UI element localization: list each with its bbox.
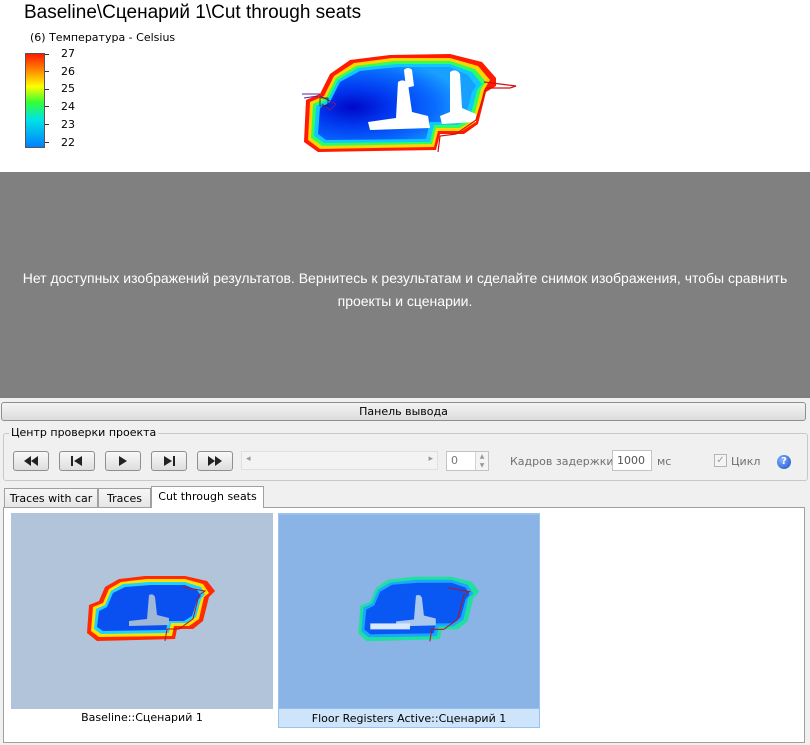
thumbnail-floor-registers[interactable]: Floor Registers Active::Сценарий 1	[278, 513, 540, 728]
car-section-image	[302, 54, 517, 153]
legend-tick: 27	[61, 47, 75, 60]
frame-value: 0	[451, 454, 458, 467]
tab-cut-through-seats[interactable]: Cut through seats	[151, 486, 264, 508]
next-frame-button[interactable]	[151, 451, 187, 471]
result-preview: Baseline\Сценарий 1\Cut through seats (6…	[0, 0, 810, 172]
legend-tick: 22	[61, 136, 75, 149]
first-frame-button[interactable]	[13, 451, 49, 471]
tick-mark	[45, 142, 49, 143]
project-review-label: Центр проверки проекта	[9, 426, 159, 439]
spinner-buttons[interactable]: ▲ ▼	[475, 452, 488, 470]
image-viewer: Нет доступных изображений результатов. В…	[0, 172, 810, 398]
thumbnail-caption: Floor Registers Active::Сценарий 1	[311, 712, 507, 725]
legend-tick: 26	[61, 65, 75, 78]
step-back-icon	[71, 456, 82, 466]
tick-mark	[45, 124, 49, 125]
tick-mark	[45, 89, 49, 90]
tab-traces[interactable]: Traces	[98, 488, 151, 507]
slider-right-icon[interactable]: ▸	[428, 454, 433, 464]
delay-label: Кадров задержки:	[510, 455, 618, 468]
previous-frame-button[interactable]	[59, 451, 95, 471]
thumbnail-image	[279, 514, 539, 709]
output-panel-toggle[interactable]: Панель вывода	[1, 402, 806, 421]
thumbnail-baseline[interactable]: Baseline::Сценарий 1	[11, 513, 273, 728]
legend-tick: 23	[61, 118, 75, 131]
loop-checkbox[interactable]: ✓	[714, 454, 727, 467]
delay-input[interactable]: 1000	[612, 450, 652, 471]
loop-label: Цикл	[731, 455, 761, 468]
help-icon[interactable]: ?	[777, 455, 791, 469]
tick-mark	[45, 54, 49, 55]
frame-spinner[interactable]: 0 ▲ ▼	[446, 451, 489, 471]
delay-unit: мс	[657, 455, 672, 468]
legend-tick: 24	[61, 100, 75, 113]
thumbnail-caption: Baseline::Сценарий 1	[81, 711, 203, 724]
legend-title: (6) Температура - Celsius	[30, 31, 176, 44]
play-button[interactable]	[105, 451, 141, 471]
fast-forward-icon	[208, 456, 222, 466]
spin-up-icon[interactable]: ▲	[476, 452, 488, 461]
no-images-message: Нет доступных изображений результатов. В…	[22, 270, 788, 309]
tab-traces-with-car[interactable]: Traces with car	[4, 488, 98, 507]
tick-mark	[45, 71, 49, 72]
legend-tick: 25	[61, 82, 75, 95]
color-scale	[25, 53, 45, 148]
step-forward-icon	[164, 456, 175, 466]
rewind-icon	[24, 456, 38, 466]
frame-slider[interactable]: ◂ ▸	[241, 451, 438, 470]
play-icon	[119, 456, 127, 466]
last-frame-button[interactable]	[197, 451, 233, 471]
spin-down-icon[interactable]: ▼	[476, 461, 488, 470]
result-title: Baseline\Сценарий 1\Cut through seats	[24, 2, 362, 23]
slider-left-icon[interactable]: ◂	[246, 454, 251, 464]
tick-mark	[45, 106, 49, 107]
thumbnail-image	[11, 513, 273, 709]
